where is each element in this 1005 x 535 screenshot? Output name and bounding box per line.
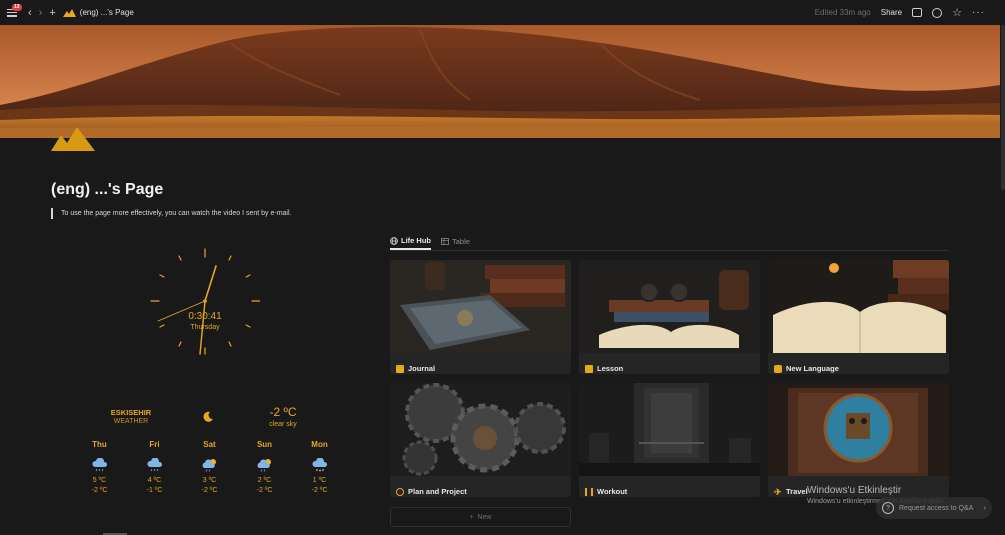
gallery-card-lesson[interactable]: Lesson [579, 260, 760, 374]
forecast-day-name: Sat [203, 440, 216, 449]
qa-access-button[interactable]: ? Request access to Q&A › [876, 497, 992, 519]
windows-activation-title: Windows'u Etkinleştir [807, 485, 902, 496]
rain-cloud-icon [91, 458, 107, 472]
forecast-day-name: Mon [311, 440, 328, 449]
workout-cover-image [579, 383, 760, 476]
forecast-low: -2 ºC [91, 487, 108, 494]
scrollbar-thumb[interactable] [1001, 25, 1005, 190]
card-title: Workout [597, 487, 628, 496]
gallery-card-new-language[interactable]: New Language [768, 260, 949, 374]
travel-cover-image [768, 383, 949, 476]
rain-cloud-icon [146, 458, 162, 472]
tab-table[interactable]: Table [441, 233, 470, 250]
add-page-icon[interactable]: + [49, 7, 55, 19]
weather-label: WEATHER [113, 418, 149, 425]
forecast-low: -2 ºC [256, 487, 273, 494]
forecast-day: Fri 4 ºC -1 ºC [127, 440, 182, 496]
back-arrow-icon[interactable]: ‹ [28, 7, 32, 19]
sidebar-menu-button[interactable]: 13 [7, 3, 22, 19]
gallery-card-travel[interactable]: ✈ Travel [768, 383, 949, 497]
forecast-low: -1 ºC [146, 487, 163, 494]
current-weather-description: clear sky [269, 421, 297, 428]
card-title: New Language [786, 364, 839, 373]
journal-cover-image [390, 260, 571, 353]
help-circle-icon: ? [882, 502, 894, 514]
forecast-day: Thu 5 ºC -2 ºC [72, 440, 127, 496]
notification-badge: 13 [12, 3, 22, 11]
gallery-card-journal[interactable]: Journal [390, 260, 571, 374]
plus-icon: + [469, 513, 474, 521]
snow-cloud-icon [311, 458, 327, 472]
forecast-low: -2 ºC [201, 487, 218, 494]
sun-cloud-rain-icon [257, 459, 271, 472]
weather-city: ESKISEHIR [110, 408, 152, 417]
forecast-day-name: Fri [149, 440, 160, 449]
forecast-high: 2 ºC [257, 477, 272, 484]
qa-access-label: Request access to Q&A [899, 504, 974, 512]
forecast-low: -2 ºC [311, 487, 328, 494]
tab-label: Table [452, 237, 470, 246]
mountain-page-icon[interactable] [51, 125, 95, 151]
page-title[interactable]: (eng) ...'s Page [51, 181, 163, 199]
book-icon [396, 364, 404, 373]
forecast-high: 1 ºC [312, 477, 327, 484]
edited-timestamp: Edited 33m ago [814, 8, 871, 17]
forecast-day-name: Thu [92, 440, 107, 449]
forward-arrow-icon[interactable]: › [39, 7, 43, 19]
share-button[interactable]: Share [881, 8, 902, 17]
dumbbell-icon [585, 487, 593, 496]
top-bar: 13 ‹ › + (eng) ...'s Page Edited 33m ago… [0, 0, 1005, 25]
language-icon [774, 364, 782, 373]
book-icon [585, 364, 593, 373]
gallery-view-tabs: Life Hub Table [390, 233, 949, 251]
sun-cloud-rain-icon [202, 459, 216, 472]
lesson-cover-image [579, 260, 760, 353]
new-button-label: New [477, 513, 492, 521]
weather-forecast: Thu 5 ºC -2 ºC Fri 4 ºC -1 ºC Sat 3 ºC -… [72, 440, 347, 496]
breadcrumb[interactable]: (eng) ...'s Page [62, 8, 134, 17]
gallery-card-plan-and-project[interactable]: Plan and Project [390, 383, 571, 497]
plan-and-project-cover-image [390, 383, 571, 476]
forecast-day: Sun 2 ºC -2 ºC [237, 440, 292, 496]
tab-label: Life Hub [401, 236, 431, 245]
forecast-day: Sat 3 ºC -2 ºC [182, 440, 237, 496]
forecast-day: Mon 1 ºC -2 ºC [292, 440, 347, 496]
forecast-high: 3 ºC [202, 477, 217, 484]
airplane-icon: ✈ [774, 486, 782, 497]
gears-icon [396, 487, 404, 496]
breadcrumb-title: (eng) ...'s Page [79, 8, 134, 17]
tab-life-hub[interactable]: Life Hub [390, 233, 431, 250]
favorite-star-icon[interactable]: ☆ [952, 6, 962, 19]
mountain-icon [62, 8, 76, 17]
table-icon [441, 238, 449, 245]
chevron-right-icon: › [983, 504, 986, 512]
globe-icon [390, 236, 398, 245]
comments-icon[interactable] [912, 8, 923, 17]
analog-clock-widget [150, 248, 260, 355]
card-title: Plan and Project [408, 487, 467, 496]
card-title: Journal [408, 364, 436, 373]
forecast-day-name: Sun [256, 440, 273, 449]
forecast-high: 5 ºC [92, 477, 107, 484]
gallery-card-workout[interactable]: Workout [579, 383, 760, 497]
card-title: Lesson [597, 364, 624, 373]
updates-clock-icon[interactable] [932, 7, 943, 18]
moon-icon [203, 411, 213, 422]
new-card-button[interactable]: + New [390, 507, 571, 527]
card-title: Travel [786, 487, 808, 496]
current-temperature: -2 ºC [269, 405, 297, 419]
page-cover-image [0, 25, 1000, 138]
new-language-cover-image [768, 260, 949, 353]
more-options-icon[interactable]: ··· [972, 7, 985, 18]
clock-day: Thursday [190, 324, 220, 331]
callout-quote[interactable]: To use the page more effectively, you ca… [51, 208, 291, 219]
forecast-high: 4 ºC [147, 477, 162, 484]
clock-digital-time: 0:30:41 [188, 311, 222, 322]
